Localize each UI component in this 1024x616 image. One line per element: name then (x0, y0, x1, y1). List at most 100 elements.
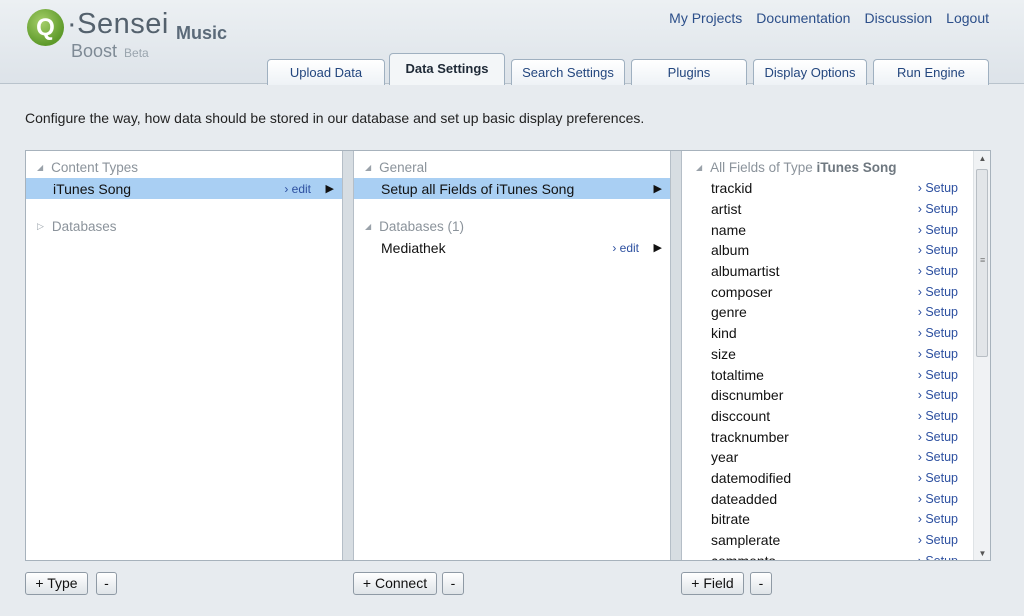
link-my-projects[interactable]: My Projects (669, 10, 742, 26)
setup-link[interactable]: › Setup (918, 223, 958, 237)
add-field-button[interactable]: + Field (681, 572, 744, 595)
setup-link[interactable]: › Setup (918, 492, 958, 506)
setup-link[interactable]: › Setup (918, 430, 958, 444)
field-row[interactable]: album › Setup (682, 240, 990, 261)
tab-plugins[interactable]: Plugins (631, 59, 747, 85)
setup-link[interactable]: › Setup (918, 471, 958, 485)
list-item-itunes-song[interactable]: iTunes Song › edit ▶ (26, 178, 342, 199)
setup-link[interactable]: › Setup (918, 368, 958, 382)
scroll-down-icon[interactable]: ▼ (974, 546, 990, 560)
field-row[interactable]: samplerate › Setup (682, 530, 990, 551)
field-name: size (711, 345, 736, 362)
field-row[interactable]: name › Setup (682, 219, 990, 240)
item-label: Mediathek (381, 239, 446, 256)
edit-link[interactable]: › edit (612, 241, 639, 255)
setup-link[interactable]: › Setup (918, 305, 958, 319)
add-type-button[interactable]: + Type (25, 572, 88, 595)
scroll-up-icon[interactable]: ▲ (974, 151, 990, 167)
field-row[interactable]: genre › Setup (682, 302, 990, 323)
general-panel: ◢ General Setup all Fields of iTunes Son… (354, 151, 670, 560)
field-row[interactable]: albumartist › Setup (682, 261, 990, 282)
collapse-triangle-icon: ◢ (365, 222, 372, 231)
setup-link[interactable]: › Setup (918, 409, 958, 423)
setup-link[interactable]: › Setup (918, 388, 958, 402)
field-row[interactable]: composer › Setup (682, 281, 990, 302)
field-row[interactable]: dateadded › Setup (682, 488, 990, 509)
field-row[interactable]: disccount › Setup (682, 406, 990, 427)
setup-link[interactable]: › Setup (918, 326, 958, 340)
general-group[interactable]: ◢ General (354, 157, 670, 178)
expand-triangle-icon: ▷ (37, 221, 44, 231)
link-documentation[interactable]: Documentation (756, 10, 850, 26)
setup-link[interactable]: › Setup (918, 533, 958, 547)
remove-type-button[interactable]: - (96, 572, 117, 595)
group-label: Databases (51, 219, 117, 234)
fields-panel: ◢ All Fields of Type iTunes Song trackid… (682, 151, 990, 560)
databases-group[interactable]: ▷ Databases (26, 216, 342, 237)
logo-name: ·Sensei (67, 8, 169, 40)
field-name: album (711, 242, 750, 259)
field-row[interactable]: tracknumber › Setup (682, 426, 990, 447)
field-row[interactable]: size › Setup (682, 344, 990, 365)
content-types-panel: ◢ Content Types iTunes Song › edit ▶ ▷ D… (26, 151, 342, 560)
field-row[interactable]: totaltime › Setup (682, 364, 990, 385)
field-row[interactable]: comments › Setup (682, 550, 990, 560)
setup-link[interactable]: › Setup (918, 450, 958, 464)
setup-link[interactable]: › Setup (918, 554, 958, 560)
field-name: comments (711, 553, 776, 560)
tab-data-settings[interactable]: Data Settings (389, 53, 505, 85)
field-row[interactable]: trackid › Setup (682, 178, 990, 199)
field-name: dateadded (711, 490, 778, 507)
setup-link[interactable]: › Setup (918, 202, 958, 216)
arrow-right-icon: ▶ (653, 242, 662, 254)
setup-link[interactable]: › Setup (918, 512, 958, 526)
setup-link[interactable]: › Setup (918, 264, 958, 278)
field-row[interactable]: discnumber › Setup (682, 385, 990, 406)
field-row[interactable]: kind › Setup (682, 323, 990, 344)
field-name: bitrate (711, 511, 750, 528)
field-name: kind (711, 325, 737, 342)
tab-display-options[interactable]: Display Options (753, 59, 867, 85)
collapse-triangle-icon: ◢ (696, 163, 703, 172)
content-types-group[interactable]: ◢ Content Types (26, 157, 342, 178)
add-connect-button[interactable]: + Connect (353, 572, 437, 595)
remove-field-button[interactable]: - (750, 572, 772, 595)
setup-link[interactable]: › Setup (918, 347, 958, 361)
tab-search-settings[interactable]: Search Settings (511, 59, 625, 85)
fields-group[interactable]: ◢ All Fields of Type iTunes Song (682, 157, 990, 178)
logo-product: Boost Beta (71, 41, 149, 62)
panel-splitter[interactable] (342, 151, 354, 560)
group-label: General (379, 160, 428, 175)
setup-link[interactable]: › Setup (918, 243, 958, 257)
group-label: Databases (1) (379, 219, 464, 234)
grip-icon: ≡ (980, 255, 986, 265)
logo-q-icon: Q (27, 9, 64, 46)
remove-connect-button[interactable]: - (442, 572, 464, 595)
field-list: trackid › Setup artist › Setup name › Setup al… (682, 178, 990, 560)
scroll-thumb[interactable]: ≡ (976, 169, 988, 357)
list-item-mediathek[interactable]: Mediathek › edit ▶ (354, 237, 670, 258)
field-row[interactable]: year › Setup (682, 447, 990, 468)
field-name: albumartist (711, 263, 780, 280)
databases-group[interactable]: ◢ Databases (1) (354, 216, 670, 237)
field-row[interactable]: bitrate › Setup (682, 509, 990, 530)
field-row[interactable]: artist › Setup (682, 199, 990, 220)
product-name: Boost (71, 41, 118, 61)
field-name: year (711, 449, 739, 466)
fields-scrollbar[interactable]: ▲ ≡ ▼ (973, 151, 990, 560)
beta-badge: Beta (124, 46, 149, 60)
edit-link[interactable]: › edit (284, 182, 311, 196)
setup-link[interactable]: › Setup (918, 285, 958, 299)
field-name: totaltime (711, 366, 764, 383)
field-name: composer (711, 283, 773, 300)
item-label: iTunes Song (53, 180, 132, 197)
tab-run-engine[interactable]: Run Engine (873, 59, 989, 85)
field-row[interactable]: datemodified › Setup (682, 468, 990, 489)
collapse-triangle-icon: ◢ (365, 163, 372, 172)
link-discussion[interactable]: Discussion (864, 10, 932, 26)
panel-splitter[interactable] (670, 151, 682, 560)
tab-upload-data[interactable]: Upload Data (267, 59, 385, 85)
list-item-setup-fields[interactable]: Setup all Fields of iTunes Song ▶ (354, 178, 670, 199)
setup-link[interactable]: › Setup (918, 181, 958, 195)
link-logout[interactable]: Logout (946, 10, 989, 26)
